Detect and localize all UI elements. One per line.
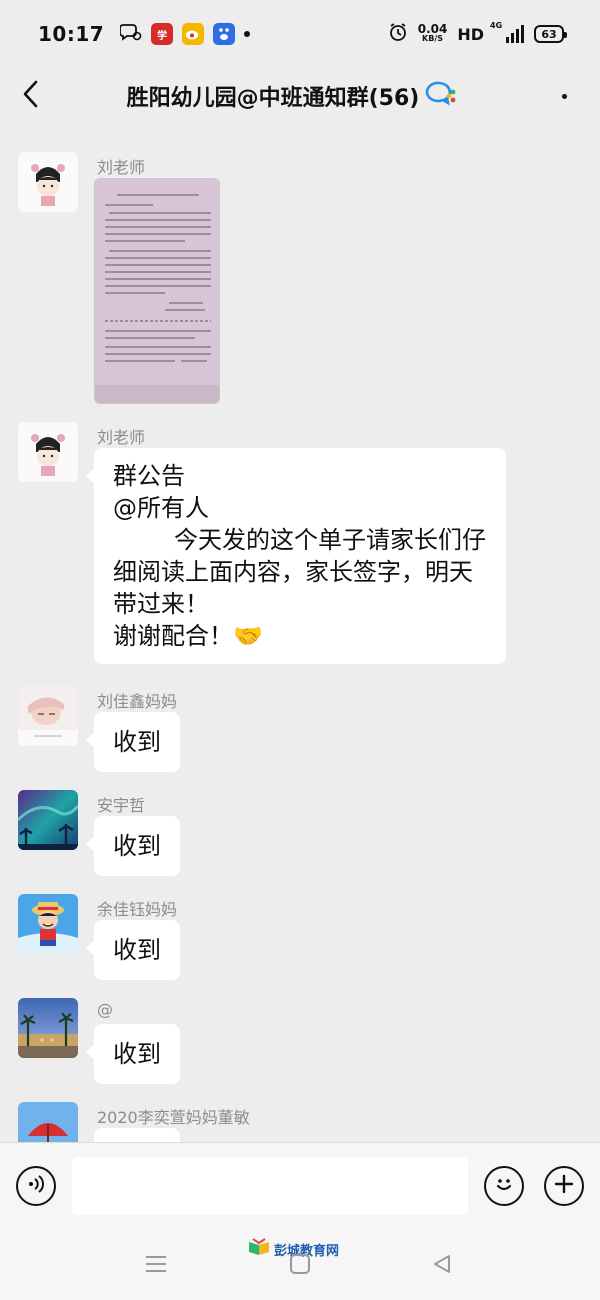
sender-name: @ [97, 1000, 113, 1019]
aurora-trees-avatar[interactable] [18, 790, 78, 850]
cartoon-girl-avatar[interactable] [18, 422, 78, 482]
message-bubble[interactable]: 收到 [86, 816, 180, 876]
message-input[interactable] [72, 1157, 468, 1215]
message-bubble[interactable]: 收到 [86, 712, 180, 772]
net-speed: 0.04 KB/S [417, 22, 448, 43]
signal-icon: 4G [490, 21, 524, 43]
palm-street-avatar[interactable] [18, 998, 78, 1058]
cartoon-boy-avatar[interactable] [18, 894, 78, 954]
chat-title: 胜阳幼儿园@中班通知群(56) [56, 80, 528, 112]
sender-name: 安宇哲 [97, 796, 146, 815]
message-bubble[interactable] [94, 1128, 180, 1142]
sender-name: 刘老师 [97, 428, 146, 447]
message-bubble[interactable]: 收到 [86, 920, 180, 980]
red-umbrella-avatar[interactable] [18, 1102, 78, 1142]
message-bubble[interactable]: 群公告 @所有人 今天发的这个单子请家长们仔细阅读上面内容，家长签字，明天带过来… [86, 448, 506, 664]
notice-document-image[interactable] [94, 178, 220, 404]
home-icon [289, 1253, 311, 1279]
status-time: 10:17 [38, 22, 105, 46]
chat-header: 胜阳幼儿园@中班通知群(56) [0, 68, 600, 124]
system-back-button[interactable] [424, 1248, 460, 1284]
menu-button[interactable] [138, 1248, 174, 1284]
voice-input-button[interactable] [16, 1166, 56, 1206]
plus-button[interactable] [544, 1166, 584, 1206]
back-triangle-icon [431, 1253, 453, 1279]
plus-icon [553, 1173, 575, 1199]
emoji-button[interactable] [484, 1166, 524, 1206]
hd-label: HD [457, 24, 484, 44]
baidu-icon [213, 23, 236, 45]
chat-bubbles-icon [119, 22, 142, 46]
more-button[interactable] [528, 68, 600, 124]
sender-name: 余佳钰妈妈 [97, 900, 178, 919]
input-bar [0, 1142, 600, 1230]
menu-icon [144, 1254, 168, 1278]
group-name: 胜阳幼儿园@中班通知群(56) [126, 86, 420, 111]
book-logo-icon [248, 1238, 270, 1260]
sender-name: 刘老师 [97, 158, 146, 177]
xuexi-app-icon: 学 [151, 23, 174, 45]
status-bar: 10:17 学 0.04 KB/S HD 4G 63 [0, 0, 600, 68]
baby-photo-avatar[interactable] [18, 686, 78, 746]
more-notifications-dot [244, 31, 251, 37]
voice-input-icon [26, 1174, 46, 1198]
battery-indicator: 63 [534, 25, 567, 43]
wecom-icon [425, 80, 457, 112]
chat-message-list[interactable]: 刘老师 刘老师 群公告 @所有人 今天发的这个单子请家长们仔细阅读上面内容，家长… [0, 140, 600, 1142]
sender-name: 2020李奕萱妈妈董敏 [97, 1108, 250, 1127]
alarm-icon [388, 22, 408, 46]
back-button[interactable] [0, 68, 60, 124]
home-button[interactable] [282, 1248, 318, 1284]
system-navigation-bar: 彭城教育网 [0, 1230, 600, 1300]
sender-name: 刘佳鑫妈妈 [97, 692, 178, 711]
emoji-icon [492, 1172, 516, 1200]
weibo-icon [182, 23, 205, 45]
status-right: 0.04 KB/S HD 4G 63 [388, 21, 567, 46]
message-bubble[interactable]: 收到 [86, 1024, 180, 1084]
notification-icons: 学 [119, 22, 251, 46]
more-dots-icon [561, 93, 567, 99]
cartoon-girl-avatar[interactable] [18, 152, 78, 212]
back-arrow-icon [22, 80, 38, 112]
